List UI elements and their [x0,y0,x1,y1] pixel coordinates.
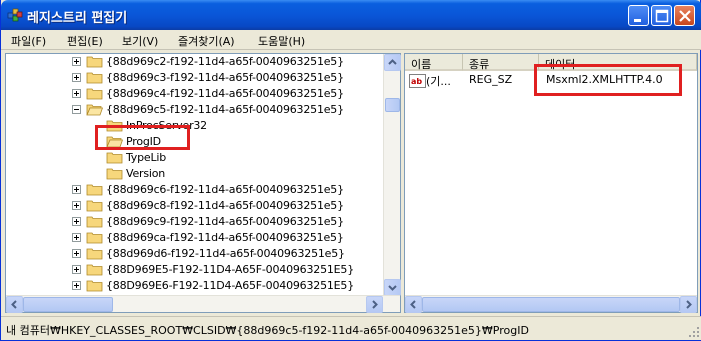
arrow-up-icon [388,59,397,65]
tree-item-label: {88d969c9-f192-11d4-a65f-0040963251e5} [106,215,344,228]
tree-item-label: {88d969c3-f192-11d4-a65f-0040963251e5} [106,71,344,84]
tree-item-label: {88d969c8-f192-11d4-a65f-0040963251e5} [106,199,344,212]
folder-icon [86,184,103,196]
scroll-down-button[interactable] [384,279,401,296]
folder-icon [86,248,103,260]
regedit-app-icon [7,8,23,22]
scroll-thumb-horizontal[interactable] [23,297,113,312]
arrow-right-icon [372,300,378,309]
arrow-left-icon [410,300,416,309]
list-horizontal-scrollbar[interactable] [405,295,697,313]
expand-icon[interactable] [72,73,81,82]
tree-item-label: {88D969E6-F192-11D4-A65F-0040963251E5} [106,279,355,292]
arrow-left-icon [11,300,17,309]
collapse-icon[interactable] [72,105,81,114]
scroll-right-button[interactable] [680,296,697,313]
folder-icon [86,280,103,292]
menu-help[interactable]: 도움말(H) [258,33,305,49]
column-header-name[interactable]: 이름 [405,54,463,71]
tree-item-label: Version [126,167,166,180]
expand-icon[interactable] [72,249,81,258]
value-name: (기... [426,75,451,88]
tree-content: {88d969c2-f192-11d4-a65f-0040963251e5} {… [6,54,384,296]
expand-icon[interactable] [72,201,81,210]
string-value-icon: ab [409,74,426,88]
tree-item-label: {88d969d6-f192-11d4-a65f-0040963251e5} [106,247,345,260]
registry-editor-window: 레지스트리 편집기 파일(F) 편집(E) 보기(V) 즐겨찾기(A) 도움말(… [0,0,701,341]
maximize-button[interactable] [651,5,672,26]
tree-item-label: {88D969E5-F192-11D4-A65F-0040963251E5} [106,263,355,276]
window-title: 레지스트리 편집기 [27,11,128,26]
folder-icon [86,264,103,276]
column-header-type[interactable]: 종류 [463,54,539,71]
tree-item-label: {88d969c4-f192-11d4-a65f-0040963251e5} [106,87,344,100]
tree-item-label: {88d969c6-f192-11d4-a65f-0040963251e5} [106,183,344,196]
arrow-down-icon [388,285,397,291]
folder-icon [86,72,103,84]
tree-vertical-scrollbar[interactable] [383,54,401,296]
value-type: REG_SZ [469,73,513,86]
expand-icon[interactable] [72,57,81,66]
tree-horizontal-scrollbar[interactable] [6,295,400,313]
expand-icon[interactable] [72,89,81,98]
menu-bar: 파일(F) 편집(E) 보기(V) 즐겨찾기(A) 도움말(H) [1,30,701,50]
close-icon [679,10,691,22]
svg-text:ab: ab [411,77,422,86]
folder-icon [106,168,123,180]
resize-grip-icon[interactable] [688,326,700,338]
expand-icon[interactable] [72,265,81,274]
menu-file[interactable]: 파일(F) [11,33,46,49]
folder-icon [86,216,103,228]
menu-edit[interactable]: 편집(E) [67,33,103,49]
expand-icon[interactable] [72,217,81,226]
maximize-icon [655,9,669,23]
close-button[interactable] [674,5,695,26]
menu-view[interactable]: 보기(V) [122,33,158,49]
status-bar: 내 컴퓨터₩HKEY_CLASSES_ROOT₩CLSID₩{88d969c5-… [1,316,701,340]
tree-item-label: {88d969c2-f192-11d4-a65f-0040963251e5} [106,55,344,68]
folder-icon [106,152,123,164]
menu-favorites[interactable]: 즐겨찾기(A) [178,33,235,49]
title-bar[interactable]: 레지스트리 편집기 [1,0,701,30]
expand-icon[interactable] [72,233,81,242]
tree-item-label: {88d969ca-f192-11d4-a65f-0040963251e5} [106,231,344,244]
folder-icon [86,232,103,244]
minimize-icon [634,19,641,22]
data-value-highlight-box [534,64,682,96]
progid-highlight-box [95,125,190,150]
status-path: 내 컴퓨터₩HKEY_CLASSES_ROOT₩CLSID₩{88d969c5-… [6,324,529,337]
expand-icon[interactable] [72,281,81,290]
scroll-thumb[interactable] [385,98,400,112]
scroll-right-button[interactable] [366,296,383,313]
scroll-left-button[interactable] [6,296,23,313]
expand-icon[interactable] [72,185,81,194]
scroll-left-button[interactable] [405,296,422,313]
tree-item-label: TypeLib [126,151,167,164]
registry-key-tree[interactable]: {88d969c2-f192-11d4-a65f-0040963251e5} {… [5,53,401,313]
arrow-right-icon [686,300,692,309]
folder-icon [86,200,103,212]
minimize-button[interactable] [628,5,649,26]
open-folder-icon [86,104,103,116]
folder-icon [86,56,103,68]
scroll-thumb-horizontal[interactable] [422,297,680,312]
tree-item-label: {88d969c5-f192-11d4-a65f-0040963251e5} [106,103,344,116]
folder-icon [86,88,103,100]
scroll-up-button[interactable] [384,54,401,71]
